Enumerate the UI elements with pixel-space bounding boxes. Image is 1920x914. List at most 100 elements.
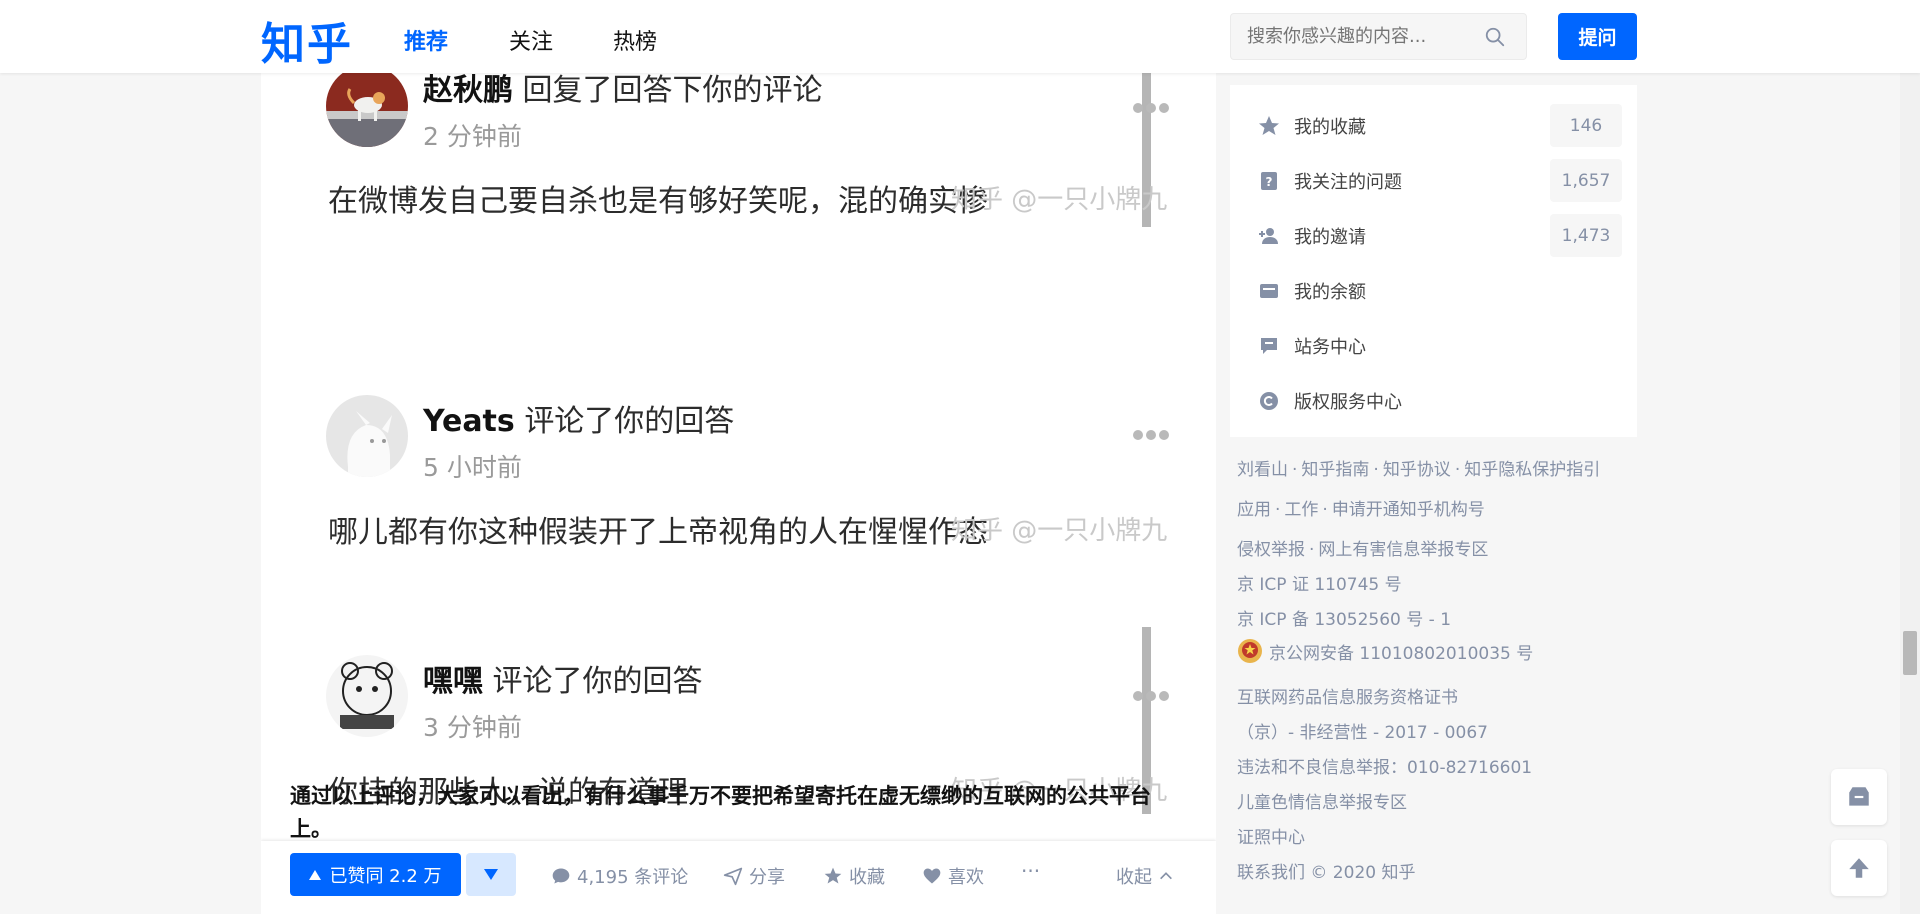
footer-link[interactable]: 网上有害信息举报专区 — [1318, 540, 1488, 560]
inbox-icon — [1849, 787, 1869, 806]
sidebar-item-service-center[interactable]: 站务中心 — [1257, 323, 1622, 368]
notification-user[interactable]: Yeats — [423, 404, 515, 439]
footer-link[interactable]: 应用 — [1237, 500, 1271, 520]
triangle-down-icon — [484, 869, 498, 880]
sidebar-item-label: 我的邀请 — [1294, 226, 1366, 248]
sidebar-item-label: 我关注的问题 — [1294, 171, 1402, 193]
more-dots-icon[interactable] — [1131, 689, 1171, 703]
footer-link[interactable]: 工作 — [1284, 500, 1318, 520]
notification-user[interactable]: 嘿嘿 — [423, 664, 483, 699]
notification-user[interactable]: 赵秋鹏 — [423, 73, 513, 108]
cat-photo-avatar — [326, 73, 408, 147]
more-actions-button[interactable]: ··· — [1021, 859, 1040, 883]
favorite-button[interactable]: 收藏 — [823, 863, 885, 889]
footer-drug-license: 互联网药品信息服务资格证书 — [1237, 683, 1458, 708]
arrow-up-icon — [1849, 858, 1869, 878]
search-icon[interactable] — [1484, 26, 1506, 48]
footer-icp-license: 京 ICP 证 110745 号 — [1237, 570, 1402, 595]
message-icon — [1261, 337, 1277, 354]
ask-button[interactable]: 提问 — [1558, 13, 1637, 60]
search-input[interactable] — [1245, 14, 1475, 59]
footer-link[interactable]: 知乎指南 — [1301, 460, 1369, 480]
footer-link[interactable]: 联系我们 © 2020 知乎 — [1237, 863, 1415, 883]
footer-link[interactable]: 证照中心 — [1237, 828, 1305, 848]
window-scrollbar-track — [1900, 0, 1920, 914]
notification-time: 2 分钟前 — [423, 122, 522, 151]
tab-recommend[interactable]: 推荐 — [404, 24, 448, 56]
sidebar-item-favorites[interactable]: 我的收藏 146 — [1257, 103, 1622, 148]
comments-label: 4,195 条评论 — [577, 867, 689, 888]
notification-time: 5 小时前 — [423, 453, 522, 482]
sketch-avatar — [326, 655, 408, 737]
paper-plane-icon — [723, 867, 743, 886]
police-badge-icon — [1238, 639, 1262, 663]
footer-link[interactable]: 互联网药品信息服务资格证书 — [1237, 688, 1458, 708]
footer-link[interactable]: 申请开通知乎机构号 — [1332, 500, 1485, 520]
upvote-button[interactable]: 已赞同 2.2 万 — [290, 853, 461, 896]
star-icon — [824, 867, 842, 884]
footer-report-phone: 违法和不良信息举报：010-82716601 — [1237, 753, 1532, 778]
sidebar-item-label: 我的余额 — [1294, 281, 1366, 303]
footer-link[interactable]: 违法和不良信息举报：010-82716601 — [1237, 758, 1532, 778]
tab-follow[interactable]: 关注 — [509, 24, 553, 56]
comment-screenshot-2: Yeats 评论了你的回答 5 小时前 哪儿都有你这种假装开了上帝视角的人在惺惺… — [301, 318, 1169, 550]
answer-conclusion-text: 通过以上评论，大家可以看出，有什么事千万不要把希望寄托在虚无缥缈的互联网的公共平… — [290, 784, 1151, 841]
footer-contact: 联系我们 © 2020 知乎 — [1237, 858, 1415, 883]
collapse-label: 收起 — [1116, 867, 1152, 888]
footer-link[interactable]: 儿童色情信息举报专区 — [1237, 793, 1407, 813]
share-button[interactable]: 分享 — [723, 863, 785, 889]
page-scrollbar-thumb[interactable] — [1903, 631, 1917, 675]
collapse-button[interactable]: 收起 — [1116, 863, 1174, 889]
top-navbar: 知乎 推荐 关注 热榜 提问 — [0, 0, 1920, 73]
answer-action-bar: 已赞同 2.2 万 4,195 条评论 分享 收藏 喜欢 ··· 收起 — [261, 841, 1216, 914]
triangle-up-icon — [309, 869, 322, 880]
dog-cartoon-avatar — [326, 395, 408, 477]
notification-action: 回复了回答下你的评论 — [522, 73, 823, 108]
comment-screenshot-1: 赵秋鹏 回复了回答下你的评论 2 分钟前 在微博发自己要自杀也是有够好笑呢，混的… — [301, 73, 1169, 288]
footer-text: （京）- 非经营性 - 2017 - 0067 — [1237, 723, 1488, 743]
comment-screenshot-3: 嘿嘿 评论了你的回答 3 分钟前 你挂的那些人，说的有道理 知乎 @一只小牌九 — [301, 553, 1169, 814]
more-dots-icon[interactable] — [1131, 101, 1171, 115]
sidebar-item-count: 1,473 — [1550, 214, 1622, 257]
chevron-up-icon — [1160, 872, 1172, 880]
sidebar-item-balance[interactable]: 我的余额 — [1257, 268, 1622, 313]
like-button[interactable]: 喜欢 — [922, 863, 984, 889]
comments-button[interactable]: 4,195 条评论 — [551, 863, 688, 889]
footer-link[interactable]: 侵权举报 — [1237, 540, 1305, 560]
sidebar-item-followed-questions[interactable]: ? 我关注的问题 1,657 — [1257, 158, 1622, 203]
downvote-button[interactable] — [466, 853, 516, 896]
notification-body: 在微博发自己要自杀也是有够好笑呢，混的确实惨 — [328, 184, 988, 219]
footer-link[interactable]: 京 ICP 备 13052560 号 - 1 — [1237, 610, 1451, 630]
tab-hot[interactable]: 热榜 — [613, 24, 657, 56]
more-dots-icon[interactable] — [1131, 428, 1171, 442]
sidebar-item-copyright-center[interactable]: 版权服务中心 — [1257, 378, 1622, 423]
drafts-float-button[interactable] — [1831, 769, 1887, 825]
back-to-top-button[interactable] — [1831, 840, 1887, 896]
wallet-icon — [1260, 283, 1278, 298]
zhihu-logo[interactable]: 知乎 — [261, 8, 353, 72]
sidebar-item-invitations[interactable]: 我的邀请 1,473 — [1257, 213, 1622, 258]
footer-row-1: 刘看山 · 知乎指南 · 知乎协议 · 知乎隐私保护指引 — [1237, 460, 1601, 480]
notification-action: 评论了你的回答 — [492, 664, 703, 699]
sidebar-item-label: 站务中心 — [1294, 336, 1366, 358]
answer-card: 赵秋鹏 回复了回答下你的评论 2 分钟前 在微博发自己要自杀也是有够好笑呢，混的… — [261, 73, 1216, 914]
footer-link[interactable]: 京公网安备 11010802010035 号 — [1269, 639, 1533, 664]
sidebar-item-count: 1,657 — [1550, 159, 1622, 202]
sidebar-item-label: 版权服务中心 — [1294, 391, 1402, 413]
notification-title: Yeats 评论了你的回答 — [423, 396, 734, 440]
watermark: 知乎 @一只小牌九 — [951, 185, 1168, 215]
sidebar-item-count: 146 — [1550, 104, 1622, 147]
footer-link[interactable]: 刘看山 — [1237, 460, 1288, 480]
footer-link[interactable]: 京 ICP 证 110745 号 — [1237, 575, 1402, 595]
comment-bubble-icon — [552, 868, 570, 884]
like-label: 喜欢 — [948, 867, 984, 888]
sidebar-item-label: 我的收藏 — [1294, 116, 1366, 138]
heart-icon — [923, 868, 941, 884]
footer-link[interactable]: 知乎协议 — [1383, 460, 1451, 480]
notification-body: 哪儿都有你这种假装开了上帝视角的人在惺惺作态 — [328, 515, 988, 550]
notification-action: 评论了你的回答 — [524, 404, 735, 439]
footer-link[interactable]: 知乎隐私保护指引 — [1464, 460, 1600, 480]
notification-title: 嘿嘿 评论了你的回答 — [423, 656, 703, 700]
footer-child-report: 儿童色情信息举报专区 — [1237, 788, 1407, 813]
footer-police-record: 京公网安备 11010802010035 号 — [1237, 638, 1533, 664]
